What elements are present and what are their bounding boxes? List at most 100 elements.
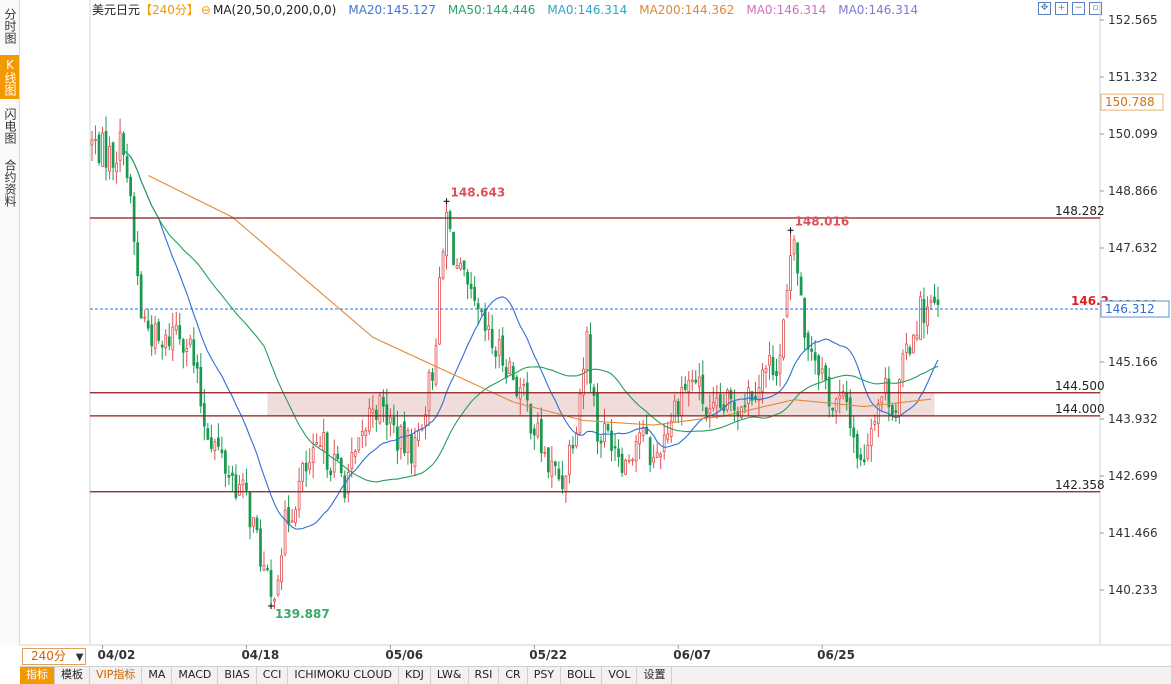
candle-body — [132, 196, 136, 242]
indicator-tab[interactable]: LW& — [431, 667, 469, 684]
indicator-tab[interactable]: BOLL — [561, 667, 603, 684]
candle-body — [497, 339, 501, 356]
candle-body — [571, 444, 575, 449]
candle-body — [192, 339, 196, 366]
candle-body — [178, 325, 182, 340]
candle-body — [680, 386, 684, 416]
candle-body — [217, 437, 220, 447]
candle-body — [259, 528, 262, 567]
candle-body — [701, 374, 705, 404]
candle-body — [511, 366, 515, 380]
candle-body — [525, 382, 529, 401]
candle-body — [417, 430, 420, 442]
indicator-tab[interactable]: VOL — [602, 667, 638, 684]
candle-body — [301, 463, 304, 482]
candle-body — [252, 517, 255, 527]
candle-body — [694, 379, 698, 383]
candlestick-chart[interactable]: 152.565 151.332 150.099 148.866 147.632 146.3… — [20, 0, 1171, 665]
indicator-tab[interactable]: KDJ — [399, 667, 431, 684]
candle-body — [634, 441, 638, 462]
x-tick-label: 04/18 — [241, 648, 279, 662]
indicator-tab[interactable]: BIAS — [218, 667, 257, 684]
candle-body — [245, 482, 248, 491]
candle-body — [227, 474, 231, 478]
candle-body — [641, 428, 645, 436]
tab-contract-info[interactable]: 合约资料 — [0, 154, 19, 212]
candle-body — [659, 453, 663, 458]
candle-body — [532, 428, 536, 436]
candle-body — [554, 461, 557, 467]
candle-body — [655, 452, 659, 458]
candle-body — [778, 354, 782, 374]
candle-body — [104, 131, 108, 168]
candle-body — [248, 492, 252, 528]
candle-body — [652, 456, 656, 463]
indicator-tab[interactable]: 设置 — [637, 667, 673, 684]
candle-body — [873, 421, 877, 425]
period-selector[interactable]: 240分 ▼ — [22, 648, 86, 665]
tab-flash-chart[interactable]: 闪电图 — [0, 104, 19, 148]
candle-body — [782, 319, 785, 359]
candle-body — [153, 323, 157, 349]
candle-body — [613, 446, 617, 449]
candle-body — [627, 459, 631, 462]
candle-body — [638, 432, 641, 445]
candle-body — [501, 335, 505, 366]
candle-body — [378, 395, 382, 424]
candle-body — [715, 397, 719, 407]
candle-body — [775, 371, 778, 377]
candle-body — [764, 368, 768, 373]
indicator-tab[interactable]: 模板 — [55, 667, 90, 684]
tab-timeshare[interactable]: 分时图 — [0, 4, 19, 48]
candle-body — [336, 453, 340, 460]
candle-body — [933, 296, 936, 303]
candle-body — [199, 366, 203, 407]
candle-body — [785, 290, 789, 317]
candle-body — [392, 416, 396, 426]
indicator-tab[interactable]: RSI — [469, 667, 500, 684]
candle-body — [206, 428, 210, 440]
candle-body — [866, 444, 870, 460]
candle-body — [708, 408, 712, 414]
candle-body — [266, 568, 269, 571]
candle-body — [220, 449, 224, 454]
chevron-down-icon: ▼ — [75, 652, 84, 663]
candle-body — [262, 564, 266, 571]
candle-body — [813, 352, 817, 361]
candle-body — [209, 437, 213, 449]
candle-body — [160, 344, 164, 348]
candle-body — [494, 350, 498, 357]
indicator-tab[interactable]: CCI — [257, 667, 289, 684]
candle-body — [883, 378, 887, 394]
support-zone — [267, 392, 935, 416]
tab-kline[interactable]: K线图 — [0, 55, 19, 99]
candle-body — [273, 598, 276, 602]
candle-body — [311, 447, 315, 463]
candle-body — [139, 274, 143, 319]
indicator-tab[interactable]: ICHIMOKU CLOUD — [288, 667, 399, 684]
indicator-tab[interactable]: MA — [142, 667, 173, 684]
indicator-tab[interactable]: CR — [499, 667, 528, 684]
candle-body — [922, 298, 926, 323]
candle-body — [768, 355, 771, 366]
candle-body — [452, 231, 455, 266]
indicator-tab[interactable]: 指标 — [20, 667, 55, 684]
candle-body — [157, 321, 161, 341]
candle-body — [648, 437, 652, 466]
indicator-tab[interactable]: MACD — [172, 667, 219, 684]
candle-body — [195, 362, 199, 369]
candle-body — [578, 393, 582, 434]
candle-body — [143, 316, 147, 319]
candle-body — [238, 484, 241, 496]
candle-body — [589, 334, 592, 384]
candle-body — [346, 472, 350, 494]
indicator-tab[interactable]: PSY — [528, 667, 562, 684]
indicator-tab[interactable]: VIP指标 — [90, 667, 143, 684]
indicator-tab-bar: 指标 模板 VIP指标 MA MACD BIAS CCI ICHIMOKU CLOUD KDJ L… — [20, 666, 1171, 684]
candle-body — [799, 276, 803, 296]
y-tick-label: 142.699 — [1108, 469, 1158, 483]
candle-body — [406, 429, 410, 453]
candle-body — [536, 422, 540, 437]
candle-body — [810, 348, 813, 352]
candle-body — [434, 345, 438, 385]
